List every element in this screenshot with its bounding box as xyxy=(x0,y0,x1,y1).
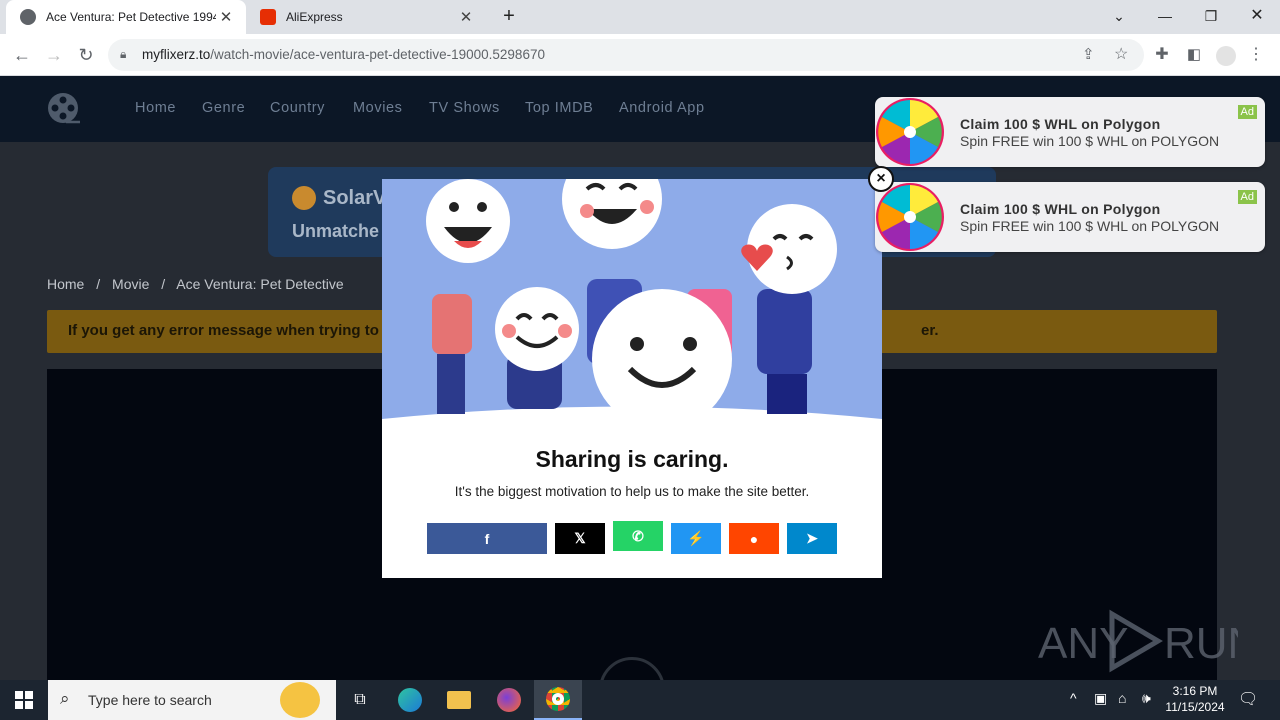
nav-android-app[interactable]: Android App xyxy=(619,100,705,116)
volume-icon[interactable]: 🕪︎ xyxy=(1142,690,1151,707)
happy-people-illustration xyxy=(382,179,882,424)
search-placeholder: Type here to search xyxy=(88,692,212,708)
ad-text: Spin FREE win 100 $ WHL on POLYGON xyxy=(960,133,1220,149)
tab-close-icon[interactable]: ✕ xyxy=(456,8,476,26)
whatsapp-share-button[interactable]: ✆ xyxy=(613,521,663,551)
banner-text: Unmatche xyxy=(292,221,380,241)
popup-title: Sharing is caring. xyxy=(535,446,729,472)
push-ad-1[interactable]: Claim 100 $ WHL on Polygon Spin FREE win… xyxy=(875,97,1265,167)
breadcrumb-separator: / xyxy=(96,276,101,292)
breadcrumb-separator: / xyxy=(161,276,166,292)
loading-spinner xyxy=(599,657,665,680)
taskbar-search-box[interactable]: ⌕ Type here to search xyxy=(48,680,336,720)
breadcrumb: Home / Movie / Ace Ventura: Pet Detectiv… xyxy=(47,276,344,292)
browser-toolbar: ← → ↻ 🔒︎ myflixerz.to/watch-movie/ace-ve… xyxy=(0,34,1280,76)
nav-genre[interactable]: Genre xyxy=(202,100,245,116)
globe-icon xyxy=(20,9,36,25)
ad-title: Claim 100 $ WHL on Polygon xyxy=(960,116,1161,132)
svg-text:RUN: RUN xyxy=(1164,619,1238,668)
x-icon: 𝕏 xyxy=(574,530,586,546)
telegram-share-button[interactable]: ➤ xyxy=(787,523,837,554)
search-highlight-icon xyxy=(280,682,320,718)
url-text: myflixerz.to/watch-movie/ace-ventura-pet… xyxy=(142,47,545,62)
lock-icon: 🔒︎ xyxy=(120,47,127,61)
minimize-button[interactable]: — xyxy=(1150,4,1180,28)
ad-text: Spin FREE win 100 $ WHL on POLYGON xyxy=(960,218,1220,234)
back-icon[interactable]: ← xyxy=(9,42,35,68)
share-popup: Sharing is caring. It's the biggest moti… xyxy=(382,179,882,578)
extensions-icon[interactable]: ✚ xyxy=(1149,42,1175,68)
chrome-icon[interactable] xyxy=(534,680,582,720)
file-explorer-icon[interactable] xyxy=(435,680,483,720)
reddit-icon: ● xyxy=(749,530,759,547)
ad-badge: Ad xyxy=(1237,105,1257,119)
breadcrumb-home[interactable]: Home xyxy=(47,276,84,292)
ad-badge: Ad xyxy=(1237,190,1257,204)
tab-title: AliExpress xyxy=(286,10,343,24)
tab-title: Ace Ventura: Pet Detective 1994 F xyxy=(46,10,216,24)
breadcrumb-current: Ace Ventura: Pet Detective xyxy=(176,276,344,292)
tab-strip: Ace Ventura: Pet Detective 1994 F ✕ AliE… xyxy=(0,0,1280,34)
system-clock[interactable]: 3:16 PM 11/15/2024 xyxy=(1160,683,1230,715)
network-icon[interactable]: ⌂ xyxy=(1118,690,1126,706)
address-bar[interactable]: 🔒︎ myflixerz.to/watch-movie/ace-ventura-… xyxy=(108,39,1144,71)
profile-avatar-icon[interactable] xyxy=(1213,42,1239,68)
whatsapp-icon: ✆ xyxy=(632,527,644,544)
film-reel-logo-icon[interactable] xyxy=(46,91,82,127)
banner-brand: SolarV xyxy=(323,187,387,209)
close-window-button[interactable]: ✕ xyxy=(1242,4,1272,28)
reload-icon[interactable]: ↻ xyxy=(73,42,99,68)
x-share-button[interactable]: 𝕏 xyxy=(555,523,605,554)
forward-icon[interactable]: → xyxy=(41,42,67,68)
facebook-icon: f xyxy=(484,530,490,547)
new-tab-button[interactable]: + xyxy=(494,4,524,28)
clock-date: 11/15/2024 xyxy=(1165,700,1225,714)
aliexpress-icon xyxy=(260,9,276,25)
windows-taskbar: ⌕ Type here to search ⧉ ^ ▣ ⌂ 🕪︎ 3:16 PM… xyxy=(0,680,1280,720)
nav-country[interactable]: Country xyxy=(270,100,325,116)
breadcrumb-movie[interactable]: Movie xyxy=(112,276,149,292)
nav-tv-shows[interactable]: TV Shows xyxy=(429,100,500,116)
tab-ace-ventura[interactable]: Ace Ventura: Pet Detective 1994 F ✕ xyxy=(6,0,246,34)
task-view-icon[interactable]: ⧉ xyxy=(336,680,384,720)
tab-close-icon[interactable]: ✕ xyxy=(216,8,236,26)
nav-top-imdb[interactable]: Top IMDB xyxy=(525,100,593,116)
bookmark-star-icon[interactable]: ☆ xyxy=(1114,44,1128,64)
anyrun-watermark-logo: ANY RUN xyxy=(1038,609,1238,673)
clock-time: 3:16 PM xyxy=(1172,684,1218,698)
share-icon[interactable]: ⇪ xyxy=(1082,45,1095,63)
spin-wheel-icon xyxy=(876,98,944,166)
facebook-share-button[interactable]: f xyxy=(427,523,547,554)
popup-subtitle: It's the biggest motivation to help us t… xyxy=(454,484,810,499)
spin-wheel-icon xyxy=(876,183,944,251)
restore-button[interactable]: ❐ xyxy=(1196,4,1226,28)
edge-icon[interactable] xyxy=(386,680,434,720)
telegram-icon: ➤ xyxy=(806,530,818,546)
menu-kebab-icon[interactable]: ⋮ xyxy=(1243,42,1269,68)
tab-search-icon[interactable]: ⌄ xyxy=(1104,4,1134,28)
tab-aliexpress[interactable]: AliExpress ✕ xyxy=(246,0,486,34)
search-icon: ⌕ xyxy=(60,689,70,708)
tray-chevron-icon[interactable]: ^ xyxy=(1070,690,1077,706)
windows-start-icon[interactable] xyxy=(0,680,48,720)
ad-title: Claim 100 $ WHL on Polygon xyxy=(960,201,1161,217)
error-notice-text-end: er. xyxy=(921,322,939,339)
messenger-share-button[interactable]: ⚡ xyxy=(671,523,721,554)
messenger-icon: ⚡ xyxy=(687,530,705,546)
error-notice-text: If you get any error message when trying… xyxy=(68,322,379,339)
notifications-icon[interactable]: 🗨︎ xyxy=(1238,689,1258,709)
tray-device-icon[interactable]: ▣ xyxy=(1094,690,1107,707)
push-ad-2[interactable]: Claim 100 $ WHL on Polygon Spin FREE win… xyxy=(875,182,1265,252)
solar-logo-icon xyxy=(292,186,316,210)
firefox-icon[interactable] xyxy=(485,680,533,720)
popup-close-button[interactable]: × xyxy=(868,166,894,192)
svg-text:ANY: ANY xyxy=(1038,619,1128,668)
nav-movies[interactable]: Movies xyxy=(353,100,403,116)
side-panel-icon[interactable]: ◧ xyxy=(1181,42,1207,68)
nav-home[interactable]: Home xyxy=(135,100,176,116)
reddit-share-button[interactable]: ● xyxy=(729,523,779,554)
